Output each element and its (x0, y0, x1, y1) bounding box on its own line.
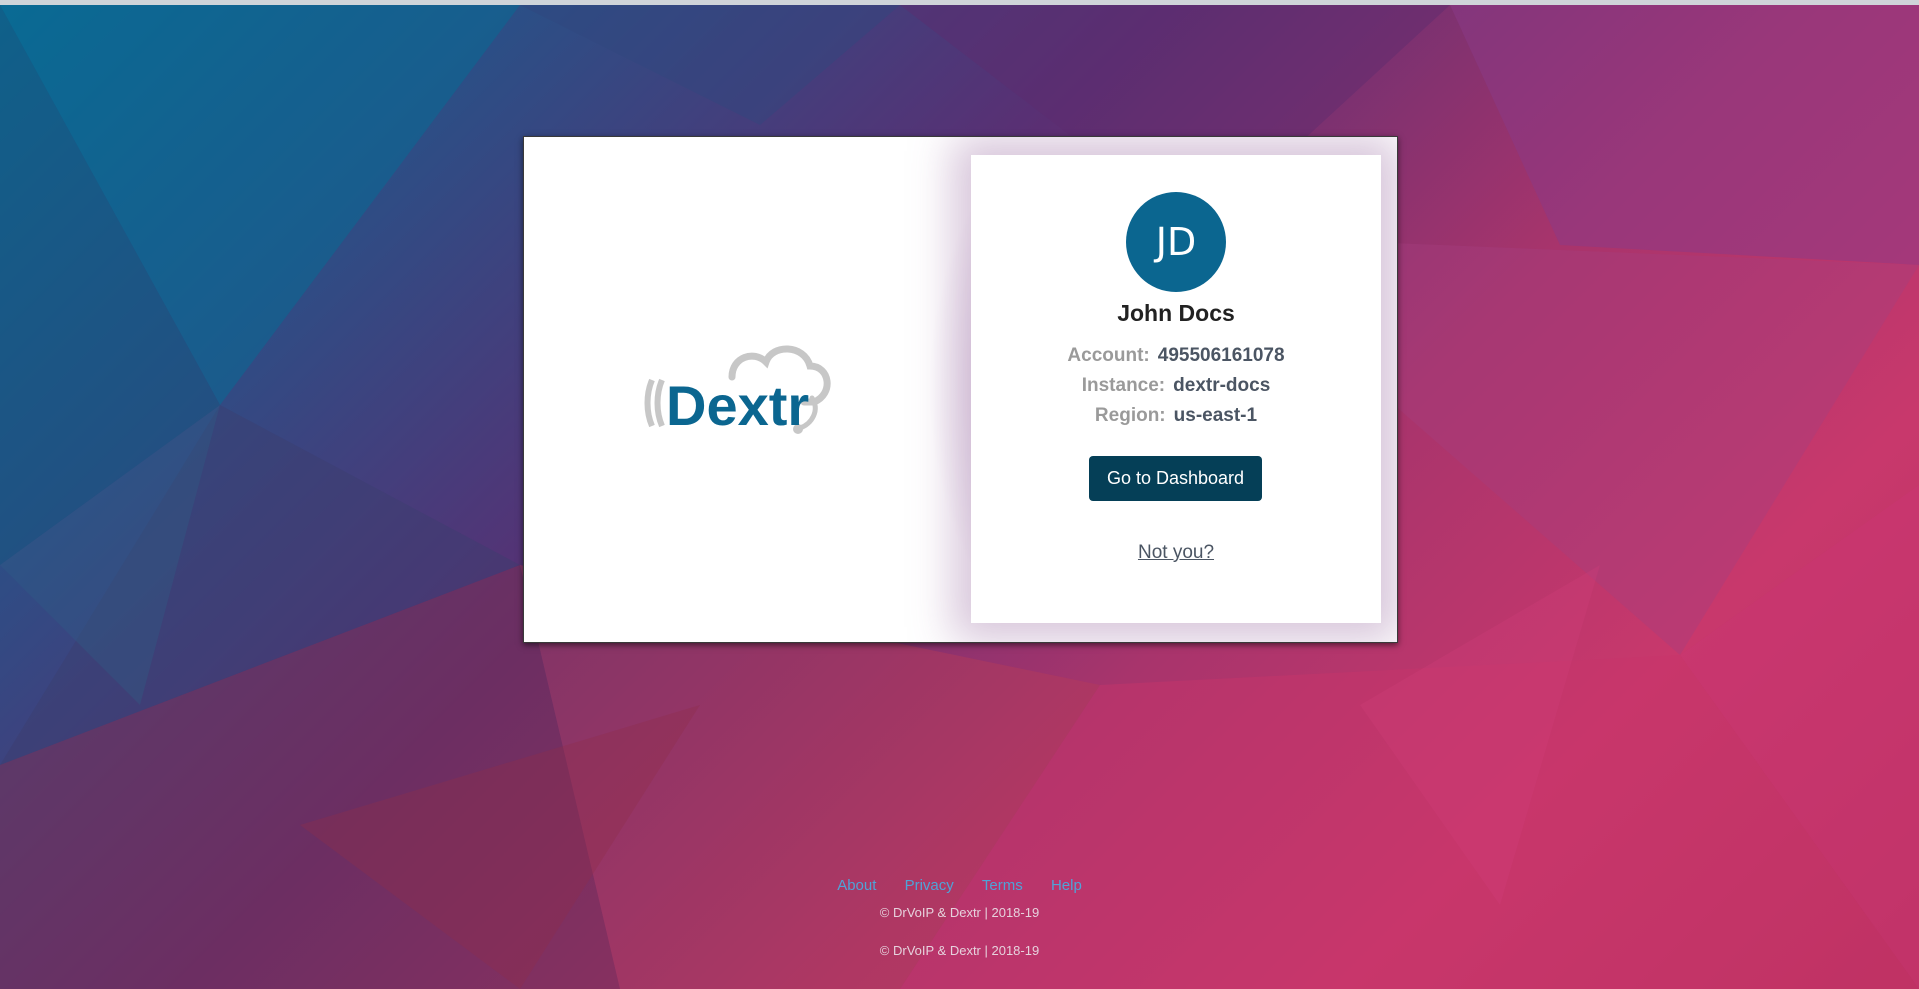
user-name: John Docs (1117, 300, 1235, 326)
dextr-logo: Dextr (644, 345, 831, 437)
avatar: JD (1126, 192, 1226, 292)
footer-link-terms[interactable]: Terms (982, 877, 1023, 894)
copyright-text: © DrVoIP & Dextr | 2018-19 (879, 905, 1040, 920)
account-row: Account: 495506161078 (971, 345, 1381, 367)
footer-links: About Privacy Terms Help (0, 877, 1919, 894)
login-card: Dextr JD John Docs Account: 495506161078 … (523, 136, 1398, 643)
user-panel: JD John Docs Account: 495506161078 Instan… (971, 155, 1381, 623)
footer-link-about[interactable]: About (837, 877, 876, 894)
account-value: 495506161078 (1157, 345, 1285, 366)
instance-label: Instance: (1081, 375, 1166, 396)
region-label: Region: (1094, 405, 1166, 426)
not-you-link[interactable]: Not you? (971, 542, 1381, 564)
instance-row: Instance: dextr-docs (971, 375, 1381, 397)
region-row: Region: us-east-1 (971, 405, 1381, 427)
footer-link-privacy[interactable]: Privacy (905, 877, 954, 894)
instance-value: dextr-docs (1173, 375, 1271, 396)
region-value: us-east-1 (1173, 405, 1258, 426)
account-label: Account: (1067, 345, 1150, 366)
svg-text:Dextr: Dextr (666, 374, 809, 437)
go-to-dashboard-button[interactable]: Go to Dashboard (1089, 456, 1262, 501)
copyright-text-secondary: © DrVoIP & Dextr | 2018-19 (879, 943, 1040, 958)
logo-pane: Dextr (524, 137, 974, 642)
footer-link-help[interactable]: Help (1051, 877, 1082, 894)
